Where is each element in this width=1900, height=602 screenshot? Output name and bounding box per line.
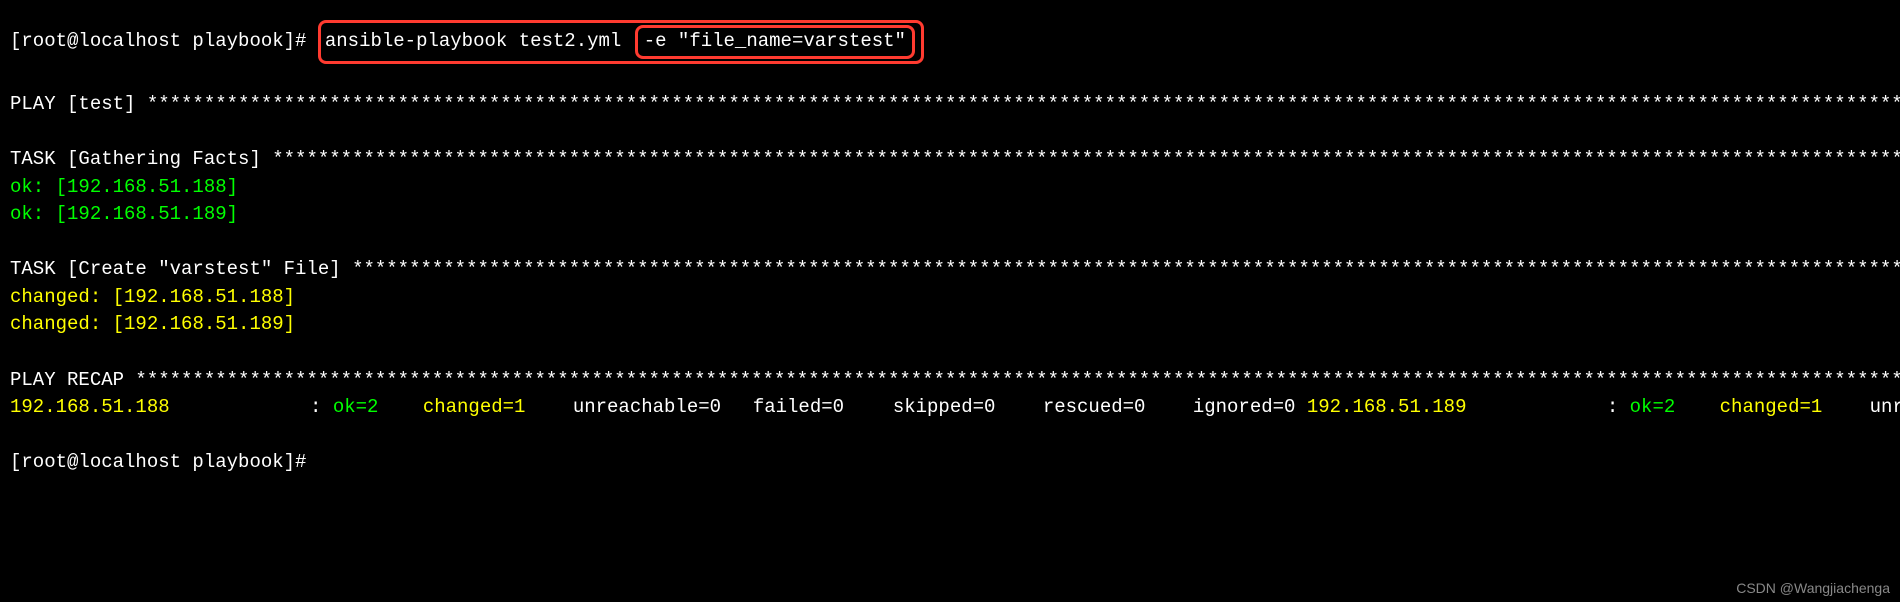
blank-line: [10, 119, 1890, 147]
task1-result1: ok: [192.168.51.188]: [10, 174, 1890, 202]
play-header-line: PLAY [test] ****************************…: [10, 91, 1890, 119]
recap-host: 192.168.51.189: [1307, 394, 1607, 422]
task1-stars: ****************************************…: [272, 148, 1900, 170]
task2-result2: changed: [192.168.51.189]: [10, 311, 1890, 339]
task2-stars: ****************************************…: [352, 258, 1900, 280]
recap-skipped: skipped=0: [893, 394, 1043, 422]
blank-line: [10, 339, 1890, 367]
recap-stars: ****************************************…: [135, 369, 1900, 391]
host-ip: [192.168.51.189]: [113, 313, 295, 335]
command-text-part1: ansible-playbook test2.yml: [325, 30, 621, 52]
host-ip: [192.168.51.188]: [56, 176, 238, 198]
recap-unreachable: unreachable=0: [1870, 394, 1900, 422]
blank-line: [10, 64, 1890, 92]
status-ok: ok:: [10, 176, 56, 198]
recap-header: PLAY RECAP: [10, 369, 135, 391]
blank-line: [10, 422, 1890, 450]
task2-header-line: TASK [Create "varstest" File] **********…: [10, 256, 1890, 284]
shell-prompt: [root@localhost playbook]#: [10, 451, 306, 473]
status-changed: changed:: [10, 286, 113, 308]
blank-line: [10, 229, 1890, 257]
highlight-box-outer: ansible-playbook test2.yml -e "file_name…: [318, 20, 924, 64]
recap-row-2: 192.168.51.189: ok=2changed=1unreachable…: [1307, 396, 1900, 418]
status-ok: ok:: [10, 203, 56, 225]
play-header: PLAY [test]: [10, 93, 147, 115]
play-stars: ****************************************…: [147, 93, 1900, 115]
watermark: CSDN @Wangjiachenga: [1736, 578, 1890, 598]
command-text-part2: -e "file_name=varstest": [644, 30, 906, 52]
host-ip: [192.168.51.189]: [56, 203, 238, 225]
recap-host: 192.168.51.188: [10, 394, 310, 422]
host-ip: [192.168.51.188]: [113, 286, 295, 308]
recap-ok: ok=2: [333, 394, 423, 422]
task1-result2: ok: [192.168.51.189]: [10, 201, 1890, 229]
final-prompt-line[interactable]: [root@localhost playbook]#: [10, 449, 1890, 477]
recap-changed: changed=1: [1720, 394, 1870, 422]
recap-header-line: PLAY RECAP *****************************…: [10, 367, 1890, 395]
shell-prompt: [root@localhost playbook]#: [10, 30, 306, 52]
recap-failed: failed=0: [753, 394, 893, 422]
recap-ok: ok=2: [1630, 394, 1720, 422]
task1-header: TASK [Gathering Facts]: [10, 148, 272, 170]
task1-header-line: TASK [Gathering Facts] *****************…: [10, 146, 1890, 174]
recap-row-1: 192.168.51.188: ok=2changed=1unreachable…: [10, 396, 1307, 418]
status-changed: changed:: [10, 313, 113, 335]
recap-ignored: ignored=0: [1193, 396, 1296, 418]
highlight-box-inner: -e "file_name=varstest": [635, 25, 915, 59]
recap-rescued: rescued=0: [1043, 394, 1193, 422]
recap-changed: changed=1: [423, 394, 573, 422]
recap-unreachable: unreachable=0: [573, 394, 753, 422]
recap-colon: :: [310, 396, 321, 418]
task2-header: TASK [Create "varstest" File]: [10, 258, 352, 280]
task2-result1: changed: [192.168.51.188]: [10, 284, 1890, 312]
recap-colon: :: [1607, 396, 1618, 418]
command-line[interactable]: [root@localhost playbook]# ansible-playb…: [10, 20, 1890, 64]
